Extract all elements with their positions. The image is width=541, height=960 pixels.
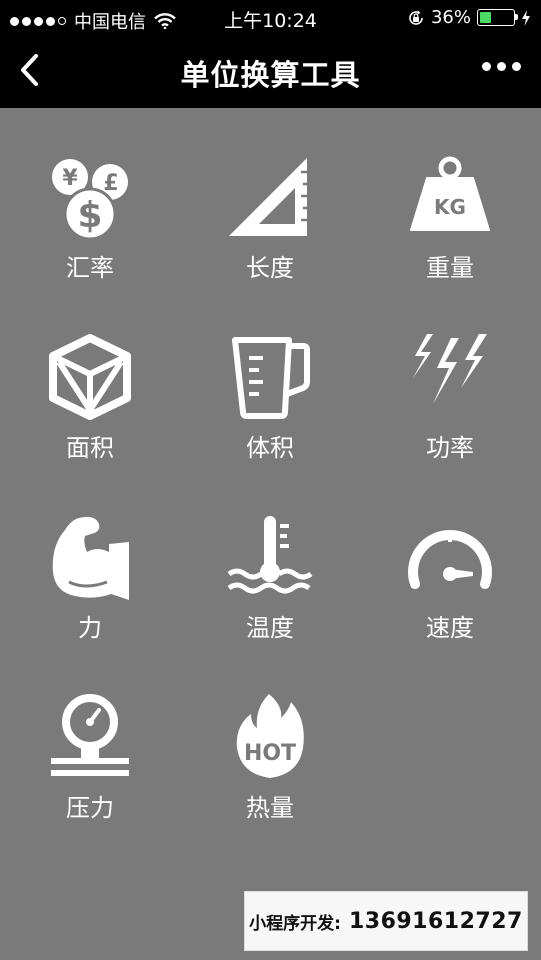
flexed-arm-icon	[52, 516, 129, 600]
tool-weight[interactable]: KG 重量	[360, 108, 540, 282]
battery-percent: 36%	[430, 7, 471, 28]
pressure-gauge-icon	[51, 694, 129, 776]
tool-area[interactable]: 面积	[0, 288, 180, 462]
set-square-ruler-icon	[229, 158, 307, 236]
developer-contact-banner: 小程序开发: 13691612727	[244, 891, 528, 951]
svg-text:¥: ¥	[62, 166, 78, 191]
lightning-bolts-icon	[413, 334, 487, 404]
status-right: 36%	[407, 7, 531, 28]
tool-label: 功率	[426, 434, 474, 462]
status-bar: 中国电信 上午10:24 36%	[0, 0, 541, 36]
tool-label: 温度	[246, 614, 294, 642]
tool-exchange-rate[interactable]: ¥ £ $ 汇率	[0, 108, 180, 282]
thermometer-water-icon	[227, 516, 313, 594]
nav-bar: 单位换算工具	[0, 36, 541, 108]
currency-coins-icon: ¥ £ $	[52, 159, 128, 241]
page-title: 单位换算工具	[180, 58, 361, 92]
svg-text:$: $	[77, 195, 102, 236]
tool-label: 面积	[66, 434, 114, 462]
svg-text:£: £	[103, 171, 118, 196]
rotation-lock-icon	[409, 10, 423, 25]
tool-speed[interactable]: 速度	[360, 468, 540, 642]
box-icon	[49, 334, 131, 420]
tool-label: 热量	[246, 794, 294, 822]
more-options-button[interactable]	[482, 62, 521, 71]
measuring-cup-icon	[232, 337, 310, 419]
tool-label: 重量	[426, 254, 474, 282]
tool-pressure[interactable]: 压力	[0, 648, 180, 822]
tool-force[interactable]: 力	[0, 468, 180, 642]
svg-text:HOT: HOT	[244, 741, 296, 766]
more-dot	[497, 62, 506, 71]
tool-calories[interactable]: HOT 热量	[180, 648, 360, 822]
tool-label: 压力	[66, 794, 114, 822]
tool-temperature[interactable]: 温度	[180, 468, 360, 642]
svg-text:KG: KG	[434, 195, 466, 219]
tool-label: 汇率	[66, 254, 114, 282]
battery-icon	[477, 9, 518, 26]
tool-power[interactable]: 功率	[360, 288, 540, 462]
contact-label: 小程序开发:	[249, 913, 341, 934]
tool-label: 长度	[246, 254, 294, 282]
charging-bolt-icon	[522, 9, 530, 26]
more-dot	[482, 62, 491, 71]
tool-label: 体积	[246, 434, 294, 462]
tool-label: 速度	[426, 614, 474, 642]
hot-flame-icon: HOT	[236, 694, 304, 778]
tool-label: 力	[78, 614, 102, 642]
tool-length[interactable]: 长度	[180, 108, 360, 282]
more-dot	[512, 62, 521, 71]
tool-grid: ¥ £ $ 汇率 长度 KG 重量 面积 体积 功率 力 温度 速度 压力 HO…	[0, 108, 541, 960]
kg-weight-icon: KG	[410, 156, 490, 231]
speedometer-icon	[408, 530, 492, 589]
tool-volume[interactable]: 体积	[180, 288, 360, 462]
contact-phone: 13691612727	[348, 908, 523, 934]
